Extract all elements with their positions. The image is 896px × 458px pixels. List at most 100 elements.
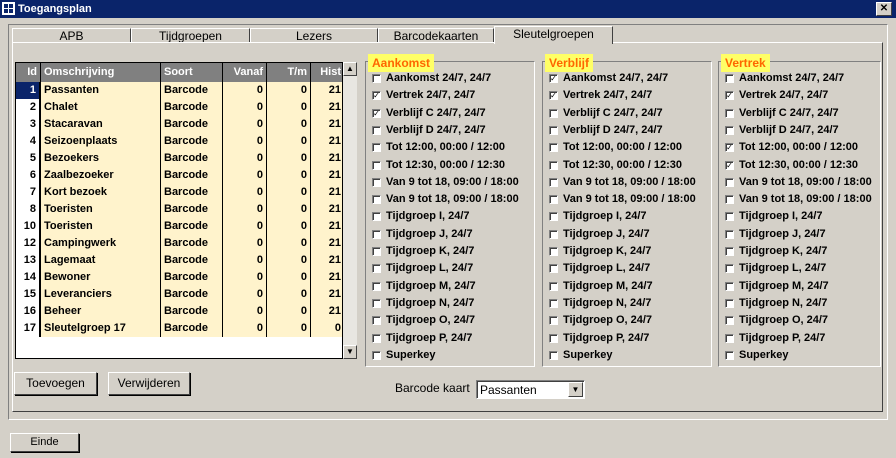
cell-tm: 0 [267, 218, 311, 235]
cell-vanaf: 0 [223, 116, 267, 133]
checkbox[interactable] [372, 281, 381, 291]
barcode-card-value: Passanten [480, 383, 537, 397]
checkbox[interactable] [372, 143, 381, 153]
chevron-down-icon[interactable]: ▼ [568, 382, 583, 397]
key-group-table[interactable]: Id Omschrijving Soort Vanaf T/m Hist 1 Pa… [15, 62, 343, 359]
table-scrollbar[interactable]: ▲ ▼ [343, 62, 357, 359]
checkbox[interactable] [372, 195, 381, 205]
checkbox[interactable] [725, 247, 734, 256]
checkbox[interactable] [372, 316, 381, 326]
remove-button[interactable]: Verwijderen [108, 372, 190, 395]
cell-id: 2 [16, 99, 41, 116]
checkbox[interactable] [372, 264, 381, 274]
checkbox[interactable]: ✓ [372, 108, 381, 118]
checkbox[interactable] [549, 247, 558, 256]
checkbox[interactable] [725, 333, 734, 343]
checkbox[interactable] [725, 195, 734, 205]
cell-tm: 0 [267, 99, 311, 116]
table-row[interactable]: 1 Passanten Barcode 0 0 21 [16, 82, 342, 99]
checkbox[interactable] [725, 264, 734, 274]
cell-omschrijving: Seizoenplaats [41, 133, 161, 150]
checkbox[interactable]: ✓ [725, 91, 734, 101]
checkbox[interactable] [549, 160, 558, 170]
checkbox-label: Tijdgroep O, 24/7 [386, 314, 476, 327]
column-header-soort[interactable]: Soort [161, 63, 223, 82]
group-title: Verblijf [545, 54, 594, 72]
checkbox[interactable] [549, 125, 558, 135]
checkbox[interactable] [372, 333, 381, 343]
scroll-up-icon[interactable]: ▲ [343, 62, 357, 76]
checkbox[interactable] [549, 316, 558, 326]
table-row[interactable]: 15 Leveranciers Barcode 0 0 21 [16, 286, 342, 303]
tab-barcodekaarten[interactable]: Barcodekaarten [378, 28, 494, 43]
checkbox[interactable] [549, 195, 558, 205]
checkbox[interactable]: ✓ [549, 74, 558, 83]
checkbox[interactable] [549, 281, 558, 291]
checkbox[interactable] [549, 108, 558, 118]
table-row[interactable]: 17 Sleutelgroep 17 Barcode 0 0 0 [16, 320, 342, 337]
table-row[interactable]: 13 Lagemaat Barcode 0 0 21 [16, 252, 342, 269]
checkbox[interactable] [725, 74, 734, 83]
tab-apb[interactable]: APB [12, 28, 131, 43]
table-row[interactable]: 16 Beheer Barcode 0 0 21 [16, 303, 342, 320]
checkbox[interactable] [725, 229, 734, 239]
table-row[interactable]: 3 Stacaravan Barcode 0 0 21 [16, 116, 342, 133]
tab-sleutelgroepen[interactable]: Sleutelgroepen [494, 26, 613, 44]
checkbox[interactable] [549, 350, 558, 360]
checkbox[interactable] [372, 177, 381, 187]
checkbox[interactable] [725, 281, 734, 291]
checkbox[interactable] [372, 74, 381, 83]
checkbox[interactable] [372, 229, 381, 239]
checkbox[interactable] [725, 298, 734, 308]
add-button[interactable]: Toevoegen [14, 372, 97, 395]
checkbox[interactable] [549, 333, 558, 343]
table-row[interactable]: 6 Zaalbezoeker Barcode 0 0 21 [16, 167, 342, 184]
column-header-tm[interactable]: T/m [267, 63, 311, 82]
table-row[interactable]: 12 Campingwerk Barcode 0 0 21 [16, 235, 342, 252]
checkbox[interactable] [549, 298, 558, 308]
checkbox[interactable] [372, 125, 381, 135]
checkbox[interactable] [725, 108, 734, 118]
cell-soort: Barcode [161, 201, 223, 218]
checkbox[interactable]: ✓ [725, 143, 734, 153]
table-row[interactable]: 4 Seizoenplaats Barcode 0 0 21 [16, 133, 342, 150]
checkbox[interactable] [372, 212, 381, 222]
exit-button[interactable]: Einde [10, 433, 79, 452]
checkbox[interactable]: ✓ [549, 91, 558, 101]
cell-id: 14 [16, 269, 41, 286]
column-header-hist[interactable]: Hist [311, 63, 342, 82]
tab-lezers[interactable]: Lezers [250, 28, 378, 43]
checkbox[interactable] [372, 350, 381, 360]
checkbox[interactable] [549, 229, 558, 239]
cell-vanaf: 0 [223, 184, 267, 201]
table-row[interactable]: 10 Toeristen Barcode 0 0 21 [16, 218, 342, 235]
column-header-id[interactable]: Id [16, 63, 41, 82]
checkbox[interactable] [725, 125, 734, 135]
checkbox[interactable] [549, 212, 558, 222]
checkbox[interactable] [549, 264, 558, 274]
checkbox[interactable] [372, 247, 381, 256]
column-header-vanaf[interactable]: Vanaf [223, 63, 267, 82]
close-icon[interactable]: ✕ [876, 2, 892, 16]
table-row[interactable]: 8 Toeristen Barcode 0 0 21 [16, 201, 342, 218]
checkbox[interactable] [725, 212, 734, 222]
checkbox[interactable] [725, 316, 734, 326]
checkbox[interactable] [372, 298, 381, 308]
checkbox[interactable] [725, 350, 734, 360]
cell-tm: 0 [267, 184, 311, 201]
checkbox[interactable]: ✓ [725, 160, 734, 170]
column-header-omschrijving[interactable]: Omschrijving [41, 63, 161, 82]
cell-omschrijving: Passanten [41, 82, 161, 99]
tab-tijdgroepen[interactable]: Tijdgroepen [131, 28, 250, 43]
checkbox[interactable] [725, 177, 734, 187]
checkbox[interactable] [549, 143, 558, 153]
table-row[interactable]: 7 Kort bezoek Barcode 0 0 21 [16, 184, 342, 201]
table-row[interactable]: 5 Bezoekers Barcode 0 0 21 [16, 150, 342, 167]
checkbox[interactable] [549, 177, 558, 187]
checkbox[interactable]: ✓ [372, 91, 381, 101]
table-row[interactable]: 14 Bewoner Barcode 0 0 21 [16, 269, 342, 286]
checkbox[interactable] [372, 160, 381, 170]
table-row[interactable]: 2 Chalet Barcode 0 0 21 [16, 99, 342, 116]
scroll-down-icon[interactable]: ▼ [343, 345, 357, 359]
barcode-card-select[interactable]: Passanten ▼ [476, 380, 585, 399]
